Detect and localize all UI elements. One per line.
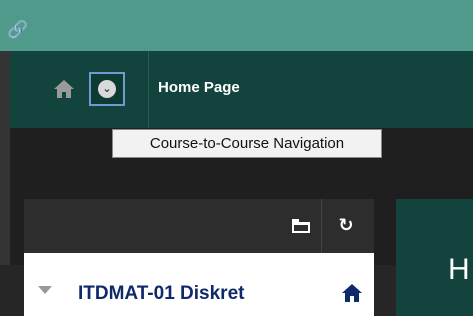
course-home-icon[interactable] <box>341 283 363 303</box>
top-bar: 🔗 <box>0 0 473 51</box>
top-navigation: ⌄ Home Page <box>10 51 473 128</box>
nav-controls: ⌄ <box>10 51 149 128</box>
chevron-down-icon: ⌄ <box>98 80 116 98</box>
collapse-caret-icon[interactable] <box>38 286 52 294</box>
course-nav-dropdown-button[interactable]: ⌄ <box>89 72 125 106</box>
sidebar-divider <box>321 199 322 253</box>
refresh-icon[interactable]: ↻ <box>337 215 355 235</box>
home-icon[interactable] <box>53 79 75 99</box>
course-list-panel: ITDMAT-01 Diskret <box>24 253 374 316</box>
course-title[interactable]: ITDMAT-01 Diskret <box>78 281 318 307</box>
main-heading: H <box>448 253 470 286</box>
main-content-header: H <box>396 199 473 316</box>
link-icon[interactable]: 🔗 <box>7 19 29 41</box>
app-frame: ⌄ Home Page ↻ ITDMAT-01 Diskret H <box>0 51 473 316</box>
folder-icon[interactable] <box>292 219 310 233</box>
left-rail <box>0 51 10 265</box>
course-nav-tooltip: Course-to-Course Navigation <box>112 129 382 158</box>
sidebar-header: ↻ <box>24 199 374 253</box>
page-title: Home Page <box>158 79 240 96</box>
